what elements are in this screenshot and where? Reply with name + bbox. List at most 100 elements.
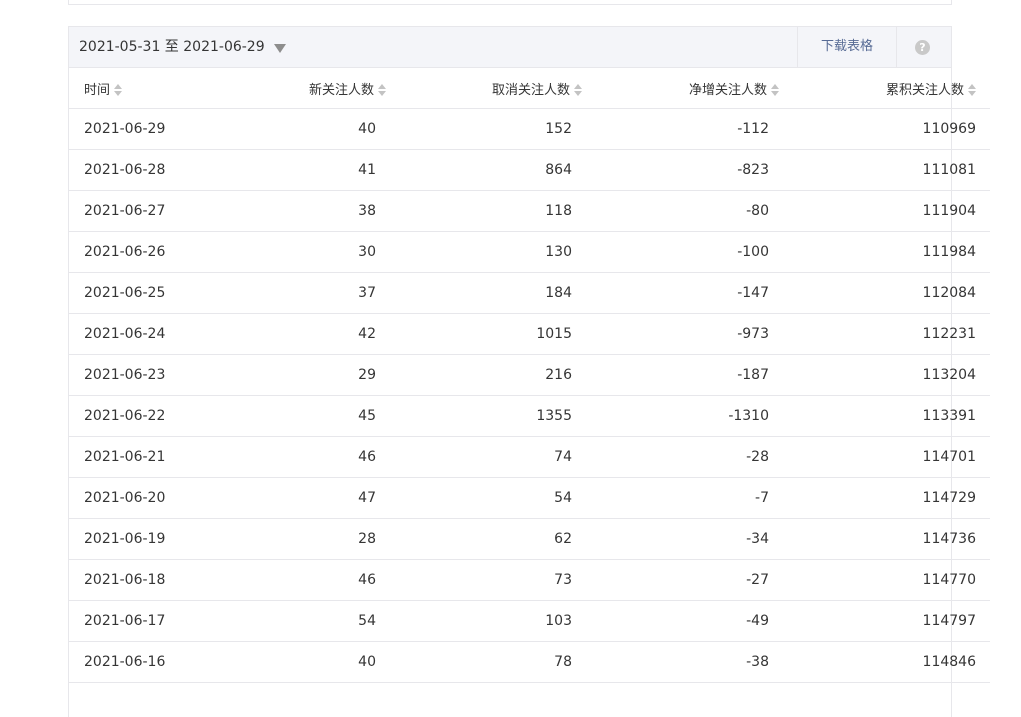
cell-cumulative: 114701 bbox=[789, 436, 990, 478]
cell-date: 2021-06-25 bbox=[69, 272, 237, 314]
download-table-button[interactable]: 下载表格 bbox=[797, 27, 897, 67]
table-row: 2021-06-22 45 1355 -1310 113391 bbox=[69, 395, 990, 437]
cell-new-followers: 54 bbox=[237, 600, 396, 642]
cell-unfollows: 152 bbox=[396, 108, 592, 150]
column-header-label: 累积关注人数 bbox=[885, 82, 964, 98]
cell-new-followers: 40 bbox=[237, 108, 396, 150]
cell-cumulative: 111904 bbox=[789, 190, 990, 232]
table-row: 2021-06-18 46 73 -27 114770 bbox=[69, 559, 990, 601]
cell-cumulative: 114797 bbox=[789, 600, 990, 642]
column-header-new-followers[interactable]: 新关注人数 bbox=[237, 68, 396, 109]
cell-net-growth: -973 bbox=[592, 313, 789, 355]
cell-cumulative: 111081 bbox=[789, 149, 990, 191]
column-header-label: 取消关注人数 bbox=[491, 82, 570, 98]
table-row: 2021-06-27 38 118 -80 111904 bbox=[69, 190, 990, 232]
cell-date: 2021-06-24 bbox=[69, 313, 237, 355]
table-header-row: 时间 新关注人数 取消关注人数 净增关注人数 累积关注人数 bbox=[69, 68, 990, 109]
cell-cumulative: 114736 bbox=[789, 518, 990, 560]
cell-date: 2021-06-29 bbox=[69, 108, 237, 150]
column-header-label: 新关注人数 bbox=[308, 82, 374, 98]
cell-date: 2021-06-21 bbox=[69, 436, 237, 478]
cell-unfollows: 74 bbox=[396, 436, 592, 478]
cell-new-followers: 38 bbox=[237, 190, 396, 232]
cell-unfollows: 54 bbox=[396, 477, 592, 519]
cell-unfollows: 1015 bbox=[396, 313, 592, 355]
previous-panel-bottom bbox=[68, 0, 952, 5]
column-header-cumulative[interactable]: 累积关注人数 bbox=[789, 68, 990, 109]
sort-icon[interactable] bbox=[114, 84, 123, 96]
cell-unfollows: 864 bbox=[396, 149, 592, 191]
cell-cumulative: 110969 bbox=[789, 108, 990, 150]
help-icon[interactable]: ? bbox=[915, 40, 930, 55]
cell-date: 2021-06-27 bbox=[69, 190, 237, 232]
cell-net-growth: -27 bbox=[592, 559, 789, 601]
cell-new-followers: 37 bbox=[237, 272, 396, 314]
cell-date: 2021-06-23 bbox=[69, 354, 237, 396]
cell-new-followers: 45 bbox=[237, 395, 396, 437]
column-header-unfollows[interactable]: 取消关注人数 bbox=[396, 68, 592, 109]
cell-new-followers: 46 bbox=[237, 559, 396, 601]
sort-icon[interactable] bbox=[574, 84, 582, 96]
column-header-date[interactable]: 时间 bbox=[69, 68, 237, 109]
cell-new-followers: 28 bbox=[237, 518, 396, 560]
cell-unfollows: 103 bbox=[396, 600, 592, 642]
table-row: 2021-06-28 41 864 -823 111081 bbox=[69, 149, 990, 191]
cell-net-growth: -187 bbox=[592, 354, 789, 396]
cell-new-followers: 40 bbox=[237, 641, 396, 683]
follower-data-table-panel: 2021-05-31 至 2021-06-29 下载表格 ? 时间 新关注人数 … bbox=[68, 26, 990, 717]
cell-new-followers: 30 bbox=[237, 231, 396, 273]
table-row: 2021-06-24 42 1015 -973 112231 bbox=[69, 313, 990, 355]
cell-unfollows: 73 bbox=[396, 559, 592, 601]
cell-unfollows: 1355 bbox=[396, 395, 592, 437]
table-body: 2021-06-29 40 152 -112 110969 2021-06-28 41 864… bbox=[69, 108, 990, 683]
cell-new-followers: 41 bbox=[237, 149, 396, 191]
table-row: 2021-06-26 30 130 -100 111984 bbox=[69, 231, 990, 273]
table-row: 2021-06-21 46 74 -28 114701 bbox=[69, 436, 990, 478]
cell-date: 2021-06-20 bbox=[69, 477, 237, 519]
date-range-label: 2021-05-31 至 2021-06-29 bbox=[79, 39, 265, 55]
cell-date: 2021-06-22 bbox=[69, 395, 237, 437]
table-row: 2021-06-20 47 54 -7 114729 bbox=[69, 477, 990, 519]
cell-date: 2021-06-19 bbox=[69, 518, 237, 560]
cell-cumulative: 112231 bbox=[789, 313, 990, 355]
cell-new-followers: 42 bbox=[237, 313, 396, 355]
sort-icon[interactable] bbox=[771, 84, 779, 96]
table-toolbar: 2021-05-31 至 2021-06-29 下载表格 ? bbox=[69, 27, 951, 68]
table-row: 2021-06-16 40 78 -38 114846 bbox=[69, 641, 990, 683]
cell-cumulative: 112084 bbox=[789, 272, 990, 314]
cell-unfollows: 118 bbox=[396, 190, 592, 232]
table-row: 2021-06-25 37 184 -147 112084 bbox=[69, 272, 990, 314]
sort-icon[interactable] bbox=[968, 84, 976, 96]
cell-new-followers: 46 bbox=[237, 436, 396, 478]
cell-net-growth: -38 bbox=[592, 641, 789, 683]
cell-net-growth: -34 bbox=[592, 518, 789, 560]
cell-new-followers: 47 bbox=[237, 477, 396, 519]
cell-date: 2021-06-16 bbox=[69, 641, 237, 683]
table-row: 2021-06-29 40 152 -112 110969 bbox=[69, 108, 990, 150]
table-row: 2021-06-23 29 216 -187 113204 bbox=[69, 354, 990, 396]
cell-cumulative: 113204 bbox=[789, 354, 990, 396]
column-header-net-growth[interactable]: 净增关注人数 bbox=[592, 68, 789, 109]
cell-net-growth: -49 bbox=[592, 600, 789, 642]
cell-net-growth: -80 bbox=[592, 190, 789, 232]
cell-unfollows: 62 bbox=[396, 518, 592, 560]
table-row: 2021-06-19 28 62 -34 114736 bbox=[69, 518, 990, 560]
cell-unfollows: 184 bbox=[396, 272, 592, 314]
cell-unfollows: 78 bbox=[396, 641, 592, 683]
cell-new-followers: 29 bbox=[237, 354, 396, 396]
cell-cumulative: 114846 bbox=[789, 641, 990, 683]
cell-date: 2021-06-17 bbox=[69, 600, 237, 642]
cell-unfollows: 130 bbox=[396, 231, 592, 273]
date-range-picker[interactable]: 2021-05-31 至 2021-06-29 bbox=[79, 27, 286, 67]
cell-date: 2021-06-18 bbox=[69, 559, 237, 601]
cell-net-growth: -147 bbox=[592, 272, 789, 314]
column-header-label: 净增关注人数 bbox=[688, 82, 767, 98]
follower-stats-table: 时间 新关注人数 取消关注人数 净增关注人数 累积关注人数 2021-06-29… bbox=[69, 68, 990, 683]
cell-net-growth: -112 bbox=[592, 108, 789, 150]
cell-cumulative: 114770 bbox=[789, 559, 990, 601]
cell-date: 2021-06-28 bbox=[69, 149, 237, 191]
cell-cumulative: 111984 bbox=[789, 231, 990, 273]
sort-icon[interactable] bbox=[378, 84, 386, 96]
column-header-label: 时间 bbox=[84, 82, 111, 98]
caret-down-icon bbox=[273, 43, 286, 53]
